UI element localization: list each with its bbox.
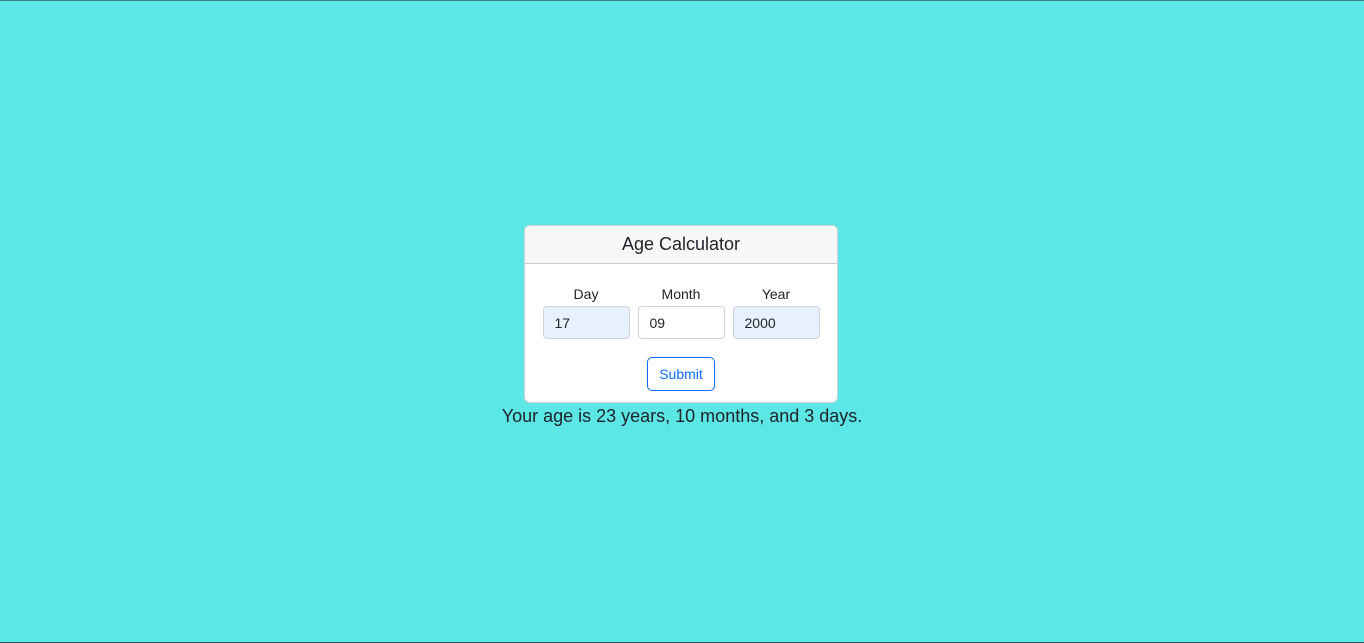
year-label: Year — [761, 286, 791, 302]
year-input[interactable] — [732, 306, 820, 339]
year-field-group: Year — [732, 285, 820, 339]
day-label: Day — [573, 286, 599, 302]
submit-button[interactable]: Submit — [647, 357, 715, 391]
day-field-group: Day — [542, 285, 630, 339]
age-result-text: Your age is 23 years, 10 months, and 3 d… — [501, 406, 863, 426]
month-field-group: Month — [637, 285, 725, 339]
month-input[interactable] — [637, 306, 725, 339]
age-calculator-card: Age Calculator Day Month Year Submit — [524, 225, 838, 403]
month-label: Month — [661, 286, 701, 302]
date-fields: Day Month Year — [525, 285, 837, 339]
day-input[interactable] — [542, 306, 630, 339]
page-top-border — [0, 0, 1364, 1]
card-title: Age Calculator — [525, 226, 837, 264]
submit-row: Submit — [525, 357, 837, 391]
